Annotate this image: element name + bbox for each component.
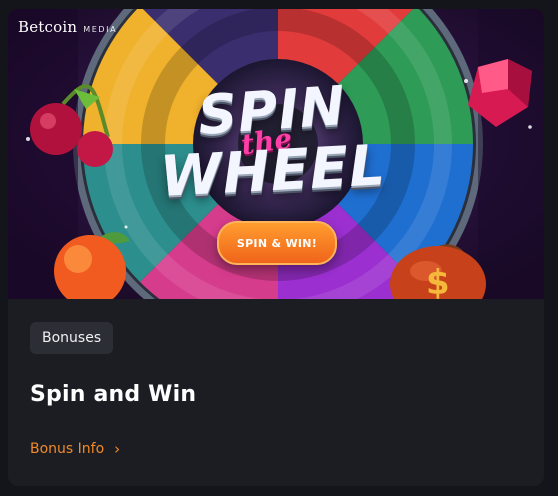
promo-card[interactable]: $ Betcoin MEDIA SPIN the WHEEL SPIN & WI…: [8, 9, 544, 486]
banner-title-wheel: WHEEL: [158, 133, 388, 210]
bonus-info-label: Bonus Info: [30, 441, 105, 457]
brand-logo: Betcoin MEDIA: [18, 18, 117, 36]
chevron-right-icon: ›: [114, 439, 121, 458]
svg-text:$: $: [426, 263, 450, 299]
category-tag[interactable]: Bonuses: [30, 322, 114, 354]
spin-and-win-button[interactable]: SPIN & WIN!: [217, 221, 337, 265]
brand-name: Betcoin: [18, 18, 78, 36]
bonus-info-link[interactable]: Bonus Info ›: [30, 441, 120, 457]
brand-sub: MEDIA: [83, 25, 118, 34]
promo-banner[interactable]: $ Betcoin MEDIA SPIN the WHEEL SPIN & WI…: [8, 9, 544, 299]
card-title: Spin and Win: [30, 382, 197, 407]
